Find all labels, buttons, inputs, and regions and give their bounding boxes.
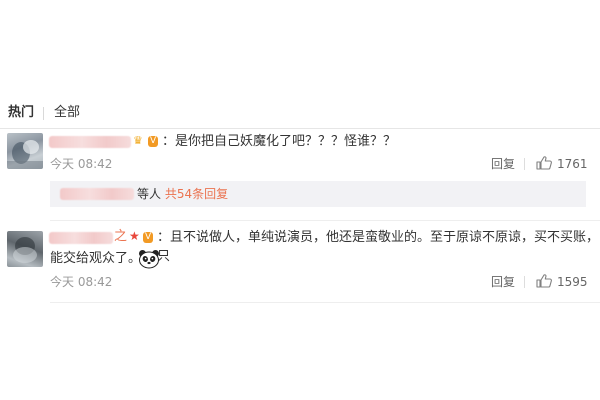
panda-emoji-icon — [139, 250, 159, 269]
sub-reply-users-suffix: 等人 — [137, 187, 162, 201]
sub-reply-box: 等人 共54条回复 — [50, 181, 586, 207]
avatar-image — [7, 140, 43, 169]
avatar[interactable] — [7, 133, 43, 169]
comment-divider — [50, 302, 600, 303]
star-icon: ★ — [129, 229, 140, 243]
avatar[interactable] — [7, 231, 43, 267]
comment-text-line1: ：且不说做人，单纯说演员，他还是蛮敬业的。至于原谅不原谅，买不买账，只 — [157, 230, 600, 264]
tab-divider — [43, 107, 44, 120]
reply-button[interactable]: 回复 — [491, 157, 515, 171]
thumbs-up-icon[interactable] — [536, 156, 552, 170]
comment-time: 今天 08:42 — [50, 157, 113, 171]
like-count: 1595 — [557, 275, 588, 289]
comment-text-line2: 能交给观众了。 — [50, 251, 142, 266]
thumbs-up-icon[interactable] — [536, 274, 552, 288]
medal-icon: ♛ — [133, 134, 143, 147]
action-divider — [524, 158, 525, 170]
comments-panel: 热门 全部 ♛ V ：是你把自己妖魔化了吧？？？怪谁？？ 今天 08:42 回复… — [0, 96, 600, 306]
username-suffix: 之 — [114, 229, 128, 244]
username-blurred[interactable] — [49, 232, 113, 244]
avatar-image — [13, 237, 37, 263]
tab-all[interactable]: 全部 — [54, 105, 80, 121]
tab-hot[interactable]: 热门 — [8, 105, 34, 121]
reply-button[interactable]: 回复 — [491, 275, 515, 289]
comment-text: ：是你把自己妖魔化了吧？？？怪谁？？ — [162, 134, 397, 149]
username-blurred[interactable] — [49, 136, 131, 148]
comment-divider — [50, 220, 600, 221]
vip-icon: V — [148, 136, 159, 147]
sub-reply-username-blurred[interactable] — [60, 188, 134, 200]
view-replies-link[interactable]: 共54条回复 — [165, 187, 228, 201]
action-divider — [524, 276, 525, 288]
comment-time: 今天 08:42 — [50, 275, 113, 289]
like-count: 1761 — [557, 157, 588, 171]
sub-reply-summary: 等人 共54条回复 — [137, 186, 228, 202]
comment-tabs: 热门 全部 — [0, 96, 600, 129]
vip-icon: V — [143, 232, 154, 243]
